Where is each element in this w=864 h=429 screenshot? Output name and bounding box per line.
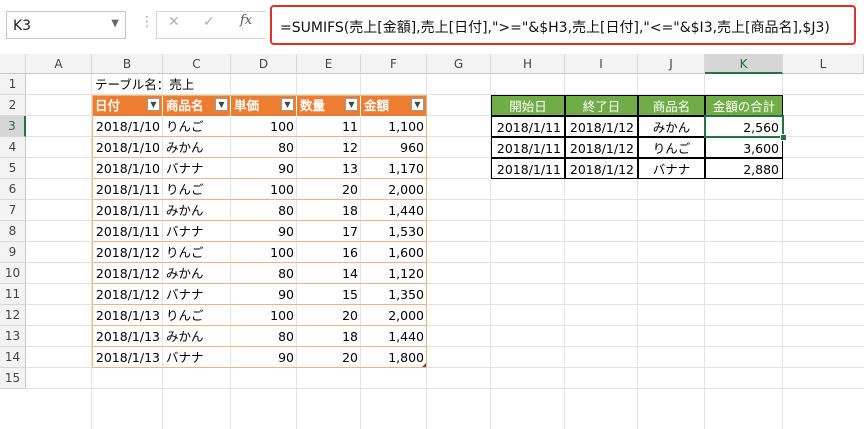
criteria-cell[interactable]: 2018/1/12 [565, 137, 638, 158]
enter-icon[interactable]: ✓ [203, 14, 215, 30]
row-header-12[interactable]: 12 [0, 305, 26, 326]
name-box-value: K3 [13, 18, 32, 34]
row-header-4[interactable]: 4 [0, 137, 26, 158]
criteria-cell[interactable]: 2018/1/11 [491, 137, 565, 158]
worksheet-grid[interactable]: A B C D E F G H I J K L 1 2 3 4 5 6 7 8 9 10 11 12 13 14 15 テーブル名：売… [0, 54, 864, 429]
formula-input[interactable]: =SUMIFS(売上[金額],売上[日付],">="&$H3,売上[日付],"<… [270, 5, 856, 45]
select-all-corner[interactable] [0, 54, 26, 74]
active-cell-k3[interactable] [704, 115, 784, 138]
column-header-c[interactable]: C [163, 54, 231, 74]
row-header-7[interactable]: 7 [0, 200, 26, 221]
column-header-d[interactable]: D [231, 54, 297, 74]
criteria-header-cell: 終了日 [565, 95, 638, 116]
criteria-cell[interactable]: 3,600 [705, 137, 783, 158]
column-header-a[interactable]: A [26, 54, 92, 74]
criteria-header-cell: 金額の合計 [705, 95, 783, 116]
criteria-header-cell: 商品名 [638, 95, 705, 116]
criteria-header-cell: 開始日 [491, 95, 565, 116]
table-resize-handle[interactable] [422, 363, 426, 367]
cancel-icon[interactable]: ✕ [168, 14, 180, 30]
insert-function-icon[interactable]: fx [240, 13, 252, 28]
column-header-k[interactable]: K [705, 54, 783, 74]
more-vertical-icon: ⋮ [140, 14, 154, 30]
criteria-cell[interactable]: バナナ [638, 158, 705, 179]
chevron-down-icon[interactable]: ▼ [111, 18, 119, 29]
column-header-j[interactable]: J [638, 54, 705, 74]
row-header-15[interactable]: 15 [0, 368, 26, 389]
criteria-cell[interactable]: 2,880 [705, 158, 783, 179]
criteria-cell[interactable]: 2018/1/11 [491, 158, 565, 179]
fill-handle[interactable] [780, 134, 787, 141]
row-header-13[interactable]: 13 [0, 326, 26, 347]
row-header-6[interactable]: 6 [0, 179, 26, 200]
table-caption: テーブル名：売上 [95, 77, 195, 92]
row-header-14[interactable]: 14 [0, 347, 26, 368]
criteria-cell[interactable]: 2018/1/11 [491, 116, 565, 137]
gridline [26, 388, 864, 389]
row-header-1[interactable]: 1 [0, 74, 26, 95]
column-header-b[interactable]: B [92, 54, 163, 74]
name-box[interactable]: K3 ▼ [6, 11, 126, 39]
criteria-cell[interactable]: 2018/1/12 [565, 116, 638, 137]
row-header-3[interactable]: 3 [0, 116, 26, 137]
row-header-5[interactable]: 5 [0, 158, 26, 179]
row-header-11[interactable]: 11 [0, 284, 26, 305]
criteria-cell[interactable]: 2018/1/12 [565, 158, 638, 179]
column-header-g[interactable]: G [427, 54, 491, 74]
column-header-i[interactable]: I [565, 54, 638, 74]
formula-text: =SUMIFS(売上[金額],売上[日付],">="&$H3,売上[日付],"<… [280, 20, 830, 36]
sales-table-border [92, 95, 427, 368]
criteria-cell[interactable]: みかん [638, 116, 705, 137]
formula-bar: K3 ▼ ⋮ ✕ ✓ fx =SUMIFS(売上[金額],売上[日付],">="… [0, 0, 864, 54]
criteria-cell[interactable]: りんご [638, 137, 705, 158]
column-header-l[interactable]: L [783, 54, 864, 74]
column-header-h[interactable]: H [491, 54, 565, 74]
row-header-10[interactable]: 10 [0, 263, 26, 284]
column-header-f[interactable]: F [361, 54, 427, 74]
row-header-9[interactable]: 9 [0, 242, 26, 263]
row-header-8[interactable]: 8 [0, 221, 26, 242]
row-header-2[interactable]: 2 [0, 95, 26, 116]
column-header-e[interactable]: E [297, 54, 361, 74]
